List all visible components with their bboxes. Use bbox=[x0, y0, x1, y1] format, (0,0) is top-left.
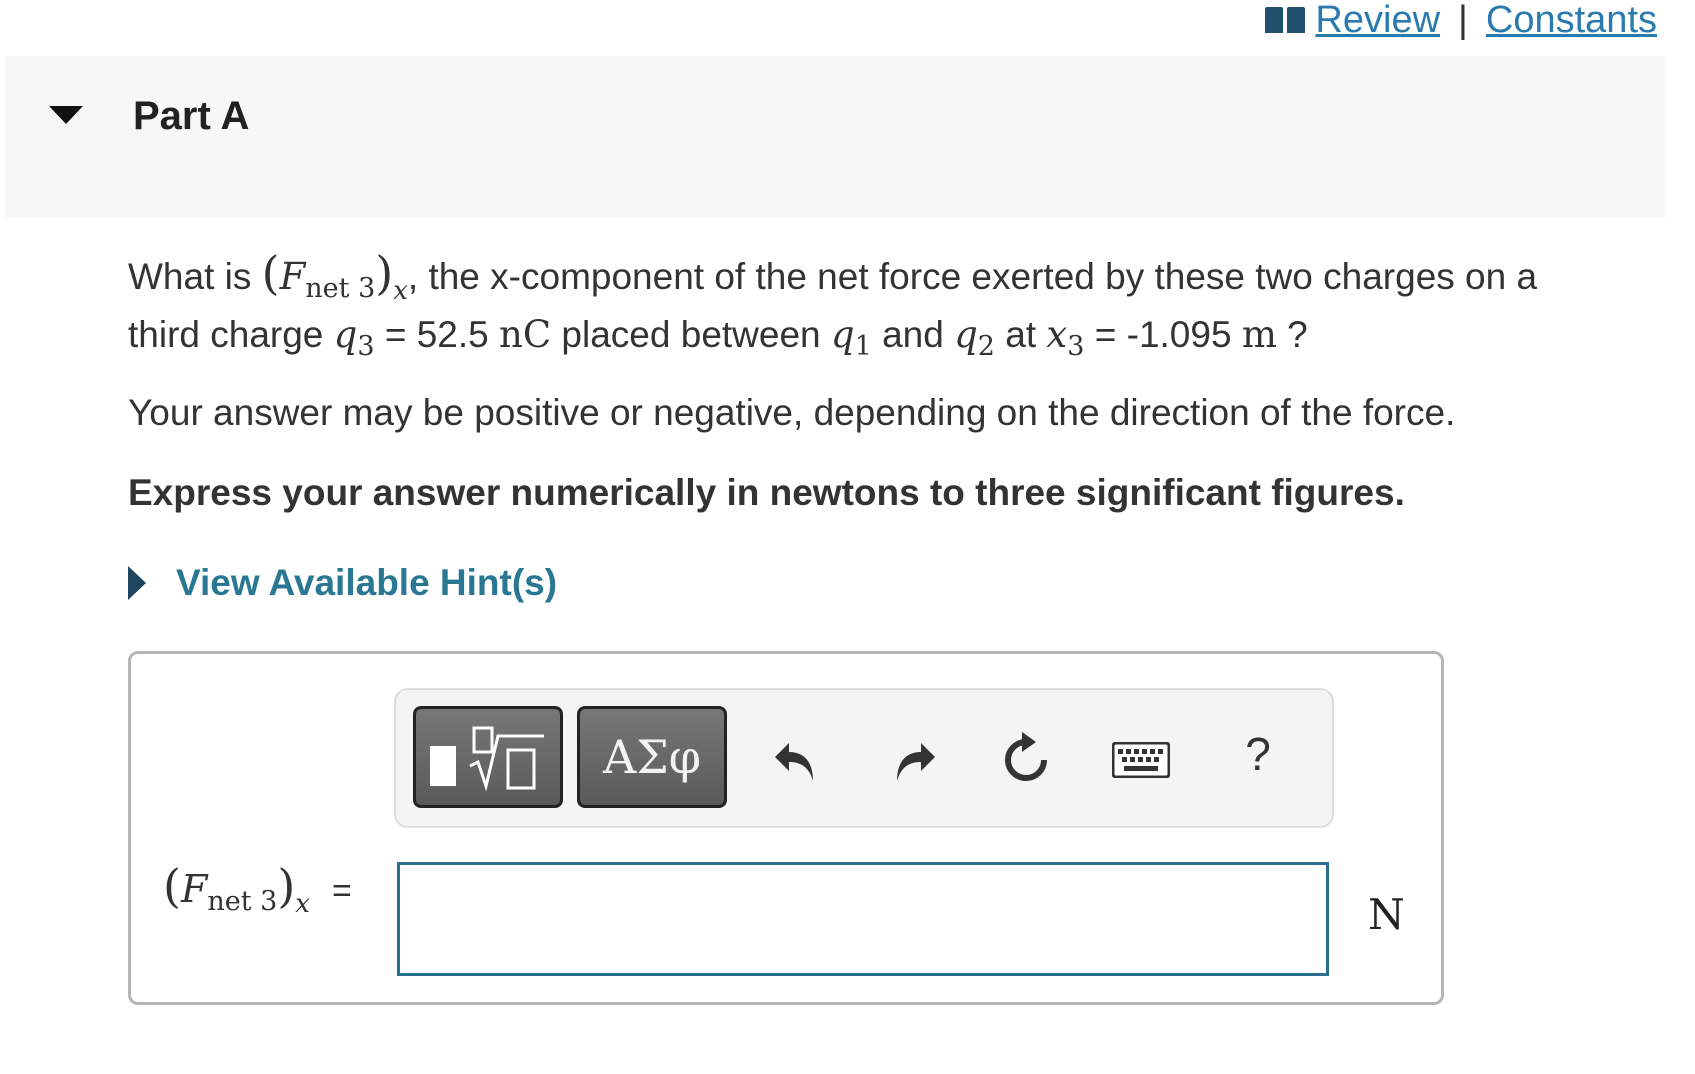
question-line2-prefix: third charge bbox=[128, 314, 334, 355]
templates-square-icon bbox=[430, 746, 456, 786]
label-force: Fnet 3 bbox=[180, 867, 277, 917]
answer-input[interactable] bbox=[397, 862, 1329, 976]
constants-link[interactable]: Constants bbox=[1486, 0, 1657, 42]
question-and: and bbox=[871, 314, 955, 355]
question-at: at bbox=[994, 314, 1047, 355]
top-links: Review | Constants bbox=[1265, 0, 1657, 42]
q3-q: q bbox=[333, 313, 358, 356]
x3-unit: m bbox=[1241, 313, 1277, 356]
q3-value: = 52.5 bbox=[374, 314, 500, 355]
unit-label: N bbox=[1368, 890, 1405, 939]
greek-symbols-button[interactable]: ΑΣφ bbox=[577, 706, 727, 808]
equals-sign: = bbox=[331, 872, 352, 910]
book-icon[interactable] bbox=[1265, 7, 1306, 33]
redo-icon[interactable] bbox=[884, 730, 944, 790]
caret-right-icon[interactable] bbox=[128, 566, 146, 600]
q3-unit: nC bbox=[499, 313, 552, 356]
question-line1-prefix: What is bbox=[128, 256, 262, 297]
close-paren: ) bbox=[375, 246, 394, 300]
keyboard-icon[interactable] bbox=[1111, 730, 1171, 790]
x3-x: x bbox=[1046, 313, 1068, 356]
label-open-paren: ( bbox=[163, 859, 181, 913]
question-text: What is (Fnet 3)x, the x-component of th… bbox=[128, 250, 1668, 366]
x3-value: = -1.095 bbox=[1084, 314, 1242, 355]
answer-label: (Fnet 3)x = bbox=[163, 863, 352, 919]
x3-sub: 3 bbox=[1067, 331, 1085, 362]
view-hints-toggle[interactable]: View Available Hint(s) bbox=[128, 562, 557, 604]
reset-icon[interactable] bbox=[996, 730, 1056, 790]
answer-box: ΑΣφ ? (Fnet 3)x = N bbox=[128, 651, 1444, 1005]
question-mid: placed between bbox=[551, 314, 831, 355]
q2-sub: 2 bbox=[977, 331, 995, 362]
x3-symbol: x3 bbox=[1046, 313, 1084, 362]
q1-q: q bbox=[830, 313, 855, 356]
force-symbol: Fnet 3 bbox=[279, 255, 376, 304]
q2-q: q bbox=[954, 313, 978, 356]
question-end: ? bbox=[1276, 314, 1308, 355]
q3-sub: 3 bbox=[357, 331, 375, 362]
part-title: Part A bbox=[133, 94, 250, 138]
question-line1-suffix: , the x-component of the net force exert… bbox=[407, 256, 1538, 297]
undo-icon[interactable] bbox=[766, 730, 826, 790]
help-button[interactable]: ? bbox=[1228, 724, 1288, 784]
q2-symbol: q2 bbox=[954, 313, 995, 362]
force-F: F bbox=[279, 255, 306, 298]
templates-button[interactable] bbox=[413, 706, 563, 808]
q3-symbol: q3 bbox=[333, 313, 375, 362]
q1-symbol: q1 bbox=[830, 313, 872, 362]
force-subscript: net 3 bbox=[305, 273, 376, 304]
sign-note: Your answer may be positive or negative,… bbox=[128, 392, 1456, 433]
answer-instruction: Express your answer numerically in newto… bbox=[128, 472, 1405, 513]
templates-icon bbox=[468, 722, 546, 792]
label-x-subscript: x bbox=[295, 889, 310, 919]
force-x-subscript: x bbox=[393, 276, 408, 306]
hint-label[interactable]: View Available Hint(s) bbox=[176, 562, 557, 604]
label-close-paren: ) bbox=[277, 859, 296, 913]
q1-sub: 1 bbox=[854, 331, 872, 362]
part-header[interactable]: Part A bbox=[5, 56, 1665, 218]
math-toolbar: ΑΣφ ? bbox=[394, 688, 1334, 828]
open-paren: ( bbox=[261, 246, 280, 300]
review-link[interactable]: Review bbox=[1315, 0, 1440, 42]
link-separator: | bbox=[1458, 0, 1468, 41]
label-subscript: net 3 bbox=[207, 886, 278, 917]
label-F: F bbox=[180, 867, 208, 911]
caret-down-icon[interactable] bbox=[49, 106, 83, 124]
page: Review | Constants Part A What is (Fnet … bbox=[0, 0, 1695, 1074]
